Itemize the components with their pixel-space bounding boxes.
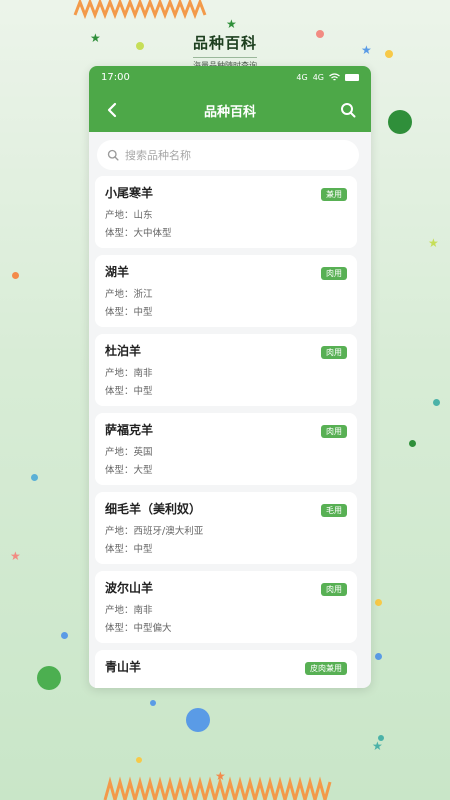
app-bar: 品种百科 bbox=[89, 88, 371, 132]
confetti-dot bbox=[136, 757, 142, 763]
breed-size: 体型：中型偏大 bbox=[105, 623, 172, 634]
breed-card[interactable]: 青山羊 皮肉兼用 bbox=[95, 650, 357, 688]
breed-tag: 肉用 bbox=[321, 583, 347, 596]
wifi-icon bbox=[329, 72, 340, 80]
search-icon bbox=[107, 149, 119, 161]
breed-size: 体型：大型 bbox=[105, 465, 153, 476]
zigzag-decoration-top bbox=[73, 0, 207, 20]
confetti-dot bbox=[388, 110, 412, 134]
hero-title: 品种百科 bbox=[192, 34, 257, 52]
network-label: 4G bbox=[296, 72, 308, 82]
star-decoration-icon: ★ bbox=[10, 549, 21, 563]
breed-card[interactable]: 湖羊 产地：浙江 体型：中型 肉用 bbox=[95, 255, 357, 327]
breed-tag: 肉用 bbox=[321, 425, 347, 438]
breed-tag: 兼用 bbox=[321, 188, 347, 201]
star-decoration-icon: ★ bbox=[226, 17, 237, 31]
status-icons: 4G 4G bbox=[296, 73, 359, 82]
breed-name: 杜泊羊 bbox=[105, 344, 142, 358]
search-box[interactable] bbox=[97, 140, 359, 170]
breed-origin: 产地：西班牙/澳大利亚 bbox=[105, 526, 204, 537]
confetti-dot bbox=[375, 599, 382, 606]
breed-origin: 产地：南非 bbox=[105, 605, 153, 616]
confetti-dot bbox=[12, 272, 19, 279]
status-bar: 17:00 4G 4G bbox=[89, 66, 371, 88]
phone-screen: 17:00 4G 4G 品种百科 小尾寒羊 产地：山东 体型：大中体型 兼用 bbox=[89, 66, 371, 688]
breed-name: 波尔山羊 bbox=[105, 581, 154, 595]
confetti-dot bbox=[37, 666, 61, 690]
breed-origin: 产地：英国 bbox=[105, 447, 153, 458]
breed-card[interactable]: 细毛羊（美利奴） 产地：西班牙/澳大利亚 体型：中型 毛用 bbox=[95, 492, 357, 564]
search-bar bbox=[89, 132, 371, 176]
breed-card[interactable]: 萨福克羊 产地：英国 体型：大型 肉用 bbox=[95, 413, 357, 485]
confetti-dot bbox=[409, 440, 416, 447]
breed-tag: 毛用 bbox=[321, 504, 347, 517]
confetti-dot bbox=[375, 653, 382, 660]
confetti-dot bbox=[433, 399, 440, 406]
star-decoration-icon: ★ bbox=[428, 236, 439, 250]
confetti-dot bbox=[186, 708, 210, 732]
breed-size: 体型：中型 bbox=[105, 307, 153, 318]
star-decoration-icon: ★ bbox=[215, 769, 226, 783]
app-bar-title: 品种百科 bbox=[203, 104, 256, 120]
confetti-dot bbox=[31, 474, 38, 481]
battery-icon bbox=[345, 73, 359, 81]
breed-tag: 皮肉兼用 bbox=[305, 662, 347, 675]
search-input[interactable] bbox=[125, 148, 325, 162]
back-button[interactable] bbox=[101, 99, 123, 121]
breed-card[interactable]: 波尔山羊 产地：南非 体型：中型偏大 肉用 bbox=[95, 571, 357, 643]
breed-name: 湖羊 bbox=[105, 265, 130, 279]
breed-size: 体型：大中体型 bbox=[105, 228, 172, 239]
search-button[interactable] bbox=[337, 99, 359, 121]
breed-tag: 肉用 bbox=[321, 267, 347, 280]
status-time: 17:00 bbox=[101, 71, 130, 83]
breed-origin: 产地：南非 bbox=[105, 368, 153, 379]
breed-card[interactable]: 杜泊羊 产地：南非 体型：中型 肉用 bbox=[95, 334, 357, 406]
star-decoration-icon: ★ bbox=[372, 739, 383, 753]
confetti-dot bbox=[150, 700, 156, 706]
breed-name: 小尾寒羊 bbox=[105, 186, 154, 200]
breed-tag: 肉用 bbox=[321, 346, 347, 359]
breed-name: 细毛羊（美利奴） bbox=[105, 502, 202, 516]
confetti-dot bbox=[61, 632, 68, 639]
breed-list: 小尾寒羊 产地：山东 体型：大中体型 兼用 湖羊 产地：浙江 体型：中型 肉用 … bbox=[89, 176, 371, 688]
breed-name: 萨福克羊 bbox=[105, 423, 154, 437]
chevron-left-icon bbox=[107, 102, 117, 118]
breed-size: 体型：中型 bbox=[105, 544, 153, 555]
network-label: 4G bbox=[312, 72, 324, 82]
breed-size: 体型：中型 bbox=[105, 386, 153, 397]
breed-card[interactable]: 小尾寒羊 产地：山东 体型：大中体型 兼用 bbox=[95, 176, 357, 248]
breed-origin: 产地：浙江 bbox=[105, 289, 153, 300]
search-icon bbox=[340, 103, 356, 118]
breed-origin: 产地：山东 bbox=[105, 210, 153, 221]
